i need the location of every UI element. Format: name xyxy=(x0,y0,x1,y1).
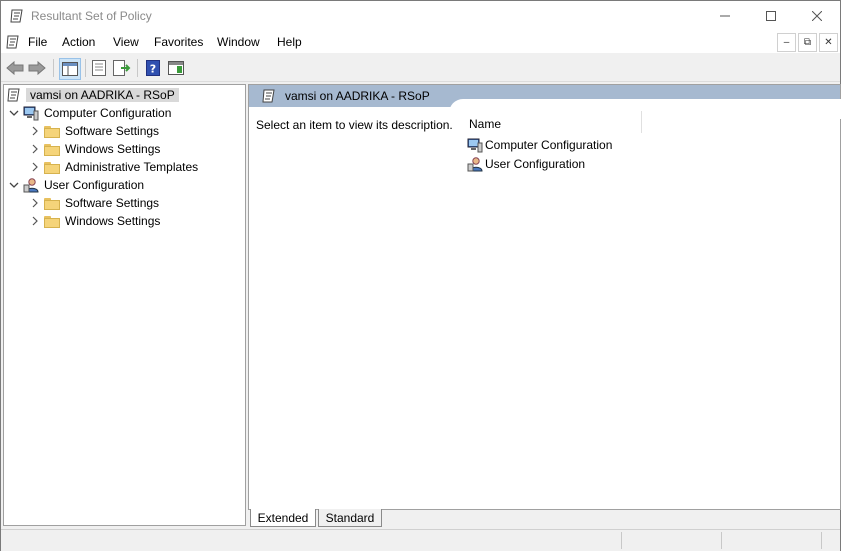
window-title: Resultant Set of Policy xyxy=(31,9,152,23)
rsop-doc-icon xyxy=(261,88,277,107)
menu-view[interactable]: View xyxy=(113,35,139,49)
tree-item-administrative-templates[interactable]: Administrative Templates xyxy=(30,158,198,176)
chevron-right-icon[interactable] xyxy=(30,198,40,208)
tree-item-user-software-settings[interactable]: Software Settings xyxy=(30,194,159,212)
svg-text:?: ? xyxy=(150,63,156,76)
rsop-window: Resultant Set of Policy File Action View… xyxy=(0,0,841,551)
tree-item-software-settings[interactable]: Software Settings xyxy=(30,122,159,140)
chevron-down-icon[interactable] xyxy=(9,108,19,118)
export-list-icon[interactable] xyxy=(112,58,132,78)
menu-help[interactable]: Help xyxy=(277,35,302,49)
tree-root[interactable]: vamsi on AADRIKA - RSoP xyxy=(6,86,179,104)
folder-icon xyxy=(44,215,60,228)
show-hide-tree-icon[interactable] xyxy=(59,58,81,80)
result-pane-title: vamsi on AADRIKA - RSoP xyxy=(285,89,430,103)
folder-icon xyxy=(44,197,60,210)
tree-item-label: Windows Settings xyxy=(65,142,161,156)
close-button[interactable] xyxy=(794,1,840,31)
menu-bar: File Action View Favorites Window Help –… xyxy=(1,31,840,53)
menu-window[interactable]: Window xyxy=(217,35,260,49)
chevron-down-icon[interactable] xyxy=(9,180,19,190)
tree-item-user-windows-settings[interactable]: Windows Settings xyxy=(30,212,160,230)
computer-icon xyxy=(467,137,483,153)
properties-icon[interactable] xyxy=(89,58,109,78)
menu-file[interactable]: File xyxy=(28,35,47,49)
maximize-button[interactable] xyxy=(748,1,794,31)
tree-item-label: User Configuration xyxy=(44,178,145,192)
rsop-doc-icon xyxy=(6,87,22,103)
help-icon[interactable]: ? xyxy=(143,58,163,78)
toolbar: ? xyxy=(1,55,840,82)
tree-item-label: Administrative Templates xyxy=(65,160,199,174)
tree-item-label: Software Settings xyxy=(65,124,160,138)
back-arrow-icon[interactable] xyxy=(5,58,25,78)
console-doc-icon[interactable] xyxy=(5,34,21,53)
chevron-right-icon[interactable] xyxy=(30,162,40,172)
tree-item-label: Computer Configuration xyxy=(44,106,172,120)
folder-icon xyxy=(44,161,60,174)
forward-arrow-icon[interactable] xyxy=(27,58,47,78)
tab-standard[interactable]: Standard xyxy=(318,509,382,527)
tree-item-windows-settings[interactable]: Windows Settings xyxy=(30,140,160,158)
tree-root-label: vamsi on AADRIKA - RSoP xyxy=(26,88,179,102)
user-icon xyxy=(467,156,483,172)
status-bar xyxy=(1,529,840,551)
list-item-label: Computer Configuration xyxy=(485,138,613,152)
mdi-close-button[interactable]: ✕ xyxy=(819,33,838,52)
rsop-app-icon xyxy=(9,8,25,24)
computer-icon xyxy=(23,105,39,121)
list-item-computer-configuration[interactable]: Computer Configuration xyxy=(467,136,612,154)
chevron-right-icon[interactable] xyxy=(30,126,40,136)
minimize-button[interactable] xyxy=(702,1,748,31)
tree-item-user-configuration[interactable]: User Configuration xyxy=(9,176,144,194)
chevron-right-icon[interactable] xyxy=(30,144,40,154)
tree-item-computer-configuration[interactable]: Computer Configuration xyxy=(9,104,171,122)
mdi-minimize-button[interactable]: – xyxy=(777,33,796,52)
list-item-user-configuration[interactable]: User Configuration xyxy=(467,155,585,173)
tree-item-label: Windows Settings xyxy=(65,214,161,228)
list-item-label: User Configuration xyxy=(485,157,586,171)
folder-icon xyxy=(44,143,60,156)
console-tree: vamsi on AADRIKA - RSoP Computer Configu… xyxy=(3,84,246,526)
column-header-name[interactable]: Name xyxy=(463,111,642,133)
tree-item-label: Software Settings xyxy=(65,196,160,210)
title-bar: Resultant Set of Policy xyxy=(1,1,840,31)
mdi-controls: – ⧉ ✕ xyxy=(775,33,838,52)
chevron-right-icon[interactable] xyxy=(30,216,40,226)
description-text: Select an item to view its description. xyxy=(256,118,453,132)
tab-extended[interactable]: Extended xyxy=(250,509,316,527)
result-pane: vamsi on AADRIKA - RSoP Select an item t… xyxy=(248,84,841,510)
mdi-restore-button[interactable]: ⧉ xyxy=(798,33,817,52)
menu-action[interactable]: Action xyxy=(62,35,95,49)
menu-favorites[interactable]: Favorites xyxy=(154,35,203,49)
show-action-pane-icon[interactable] xyxy=(166,58,186,78)
user-icon xyxy=(23,177,39,193)
folder-icon xyxy=(44,125,60,138)
